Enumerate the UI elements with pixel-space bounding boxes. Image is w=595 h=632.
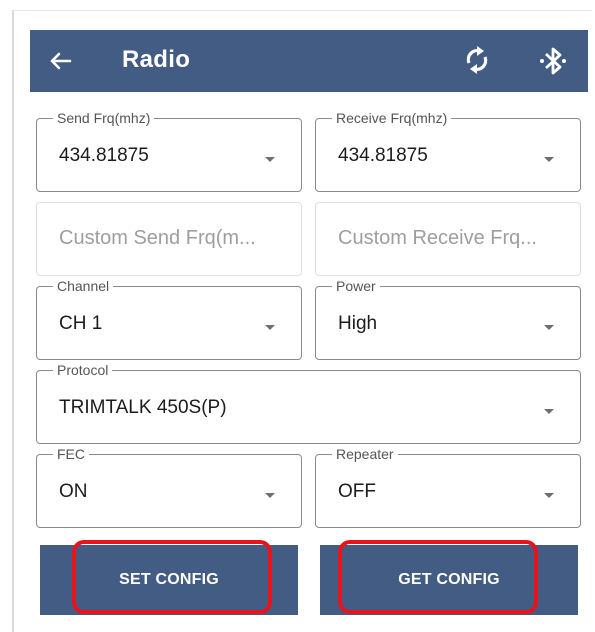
- custom-send-frequency-placeholder: Custom Send Frq(m...: [59, 227, 256, 249]
- receive-frequency-value: 434.81875: [338, 145, 428, 166]
- arrow-left-icon[interactable]: [44, 45, 76, 77]
- custom-receive-frequency-input[interactable]: Custom Receive Frq...: [315, 202, 581, 276]
- send-frequency-value: 434.81875: [59, 145, 149, 166]
- power-select[interactable]: Power High: [315, 278, 581, 360]
- page-title: Radio: [122, 46, 191, 73]
- dropdown-arrow-icon: [544, 157, 554, 162]
- dropdown-arrow-icon: [544, 325, 554, 330]
- protocol-value: TRIMTALK 450S(P): [59, 397, 227, 418]
- fec-select[interactable]: FEC ON: [36, 446, 302, 528]
- dropdown-arrow-icon: [265, 493, 275, 498]
- custom-send-frequency-input[interactable]: Custom Send Frq(m...: [36, 202, 302, 276]
- bluetooth-icon[interactable]: [535, 42, 571, 80]
- fec-label: FEC: [53, 446, 89, 462]
- channel-select[interactable]: Channel CH 1: [36, 278, 302, 360]
- set-config-button[interactable]: SET CONFIG: [40, 545, 298, 615]
- repeater-label: Repeater: [332, 446, 398, 462]
- sync-icon[interactable]: [460, 43, 494, 77]
- send-frequency-select[interactable]: Send Frq(mhz) 434.81875: [36, 110, 302, 192]
- get-config-button[interactable]: GET CONFIG: [320, 545, 578, 615]
- repeater-select[interactable]: Repeater OFF: [315, 446, 581, 528]
- dropdown-arrow-icon: [265, 325, 275, 330]
- channel-label: Channel: [53, 278, 114, 294]
- fec-value: ON: [59, 481, 88, 502]
- repeater-value: OFF: [338, 481, 376, 502]
- power-value: High: [338, 313, 378, 334]
- receive-frequency-label: Receive Frq(mhz): [332, 110, 452, 126]
- app-bar: Radio: [30, 30, 588, 92]
- dropdown-arrow-icon: [544, 493, 554, 498]
- power-label: Power: [332, 278, 380, 294]
- send-frequency-label: Send Frq(mhz): [53, 110, 155, 126]
- dropdown-arrow-icon: [265, 157, 275, 162]
- channel-value: CH 1: [59, 313, 103, 334]
- protocol-label: Protocol: [53, 362, 113, 378]
- protocol-select[interactable]: Protocol TRIMTALK 450S(P): [36, 362, 581, 444]
- receive-frequency-select[interactable]: Receive Frq(mhz) 434.81875: [315, 110, 581, 192]
- custom-receive-frequency-placeholder: Custom Receive Frq...: [338, 227, 537, 249]
- dropdown-arrow-icon: [544, 409, 554, 414]
